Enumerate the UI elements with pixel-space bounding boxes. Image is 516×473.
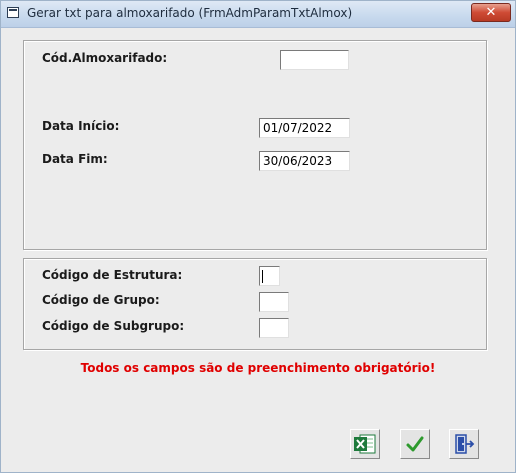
data-inicio-label: Data Início: <box>42 119 120 133</box>
data-inicio-input[interactable]: 01/07/2022 <box>259 118 350 138</box>
data-fim-label: Data Fim: <box>42 152 108 166</box>
grupo-label: Código de Grupo: <box>42 293 160 307</box>
window-app-icon <box>7 7 19 18</box>
window-title: Gerar txt para almoxarifado (FrmAdmParam… <box>27 6 353 20</box>
title-bar[interactable]: Gerar txt para almoxarifado (FrmAdmParam… <box>1 1 515 28</box>
exit-button[interactable] <box>449 429 479 459</box>
subgrupo-label: Código de Subgrupo: <box>42 319 185 333</box>
almoxarifado-input[interactable] <box>280 50 349 70</box>
grupo-input[interactable] <box>259 292 289 312</box>
excel-icon <box>354 434 376 454</box>
close-button[interactable]: ✕ <box>471 3 511 22</box>
estrutura-input[interactable] <box>259 266 280 286</box>
export-excel-button[interactable] <box>350 429 380 459</box>
exit-door-icon <box>455 434 475 454</box>
dialog-body: Cód.Almoxarifado: Data Início: 01/07/202… <box>2 28 514 472</box>
confirm-button[interactable] <box>400 429 430 459</box>
text-caret <box>262 270 263 283</box>
dialog-window: Gerar txt para almoxarifado (FrmAdmParam… <box>0 0 516 473</box>
required-fields-warning: Todos os campos são de preenchimento obr… <box>80 361 436 375</box>
period-group-box <box>23 40 487 250</box>
data-fim-input[interactable]: 30/06/2023 <box>259 151 350 171</box>
close-icon: ✕ <box>485 5 497 20</box>
almoxarifado-label: Cód.Almoxarifado: <box>42 51 168 65</box>
subgrupo-input[interactable] <box>259 318 289 338</box>
estrutura-label: Código de Estrutura: <box>42 268 183 282</box>
checkmark-icon <box>406 436 424 452</box>
